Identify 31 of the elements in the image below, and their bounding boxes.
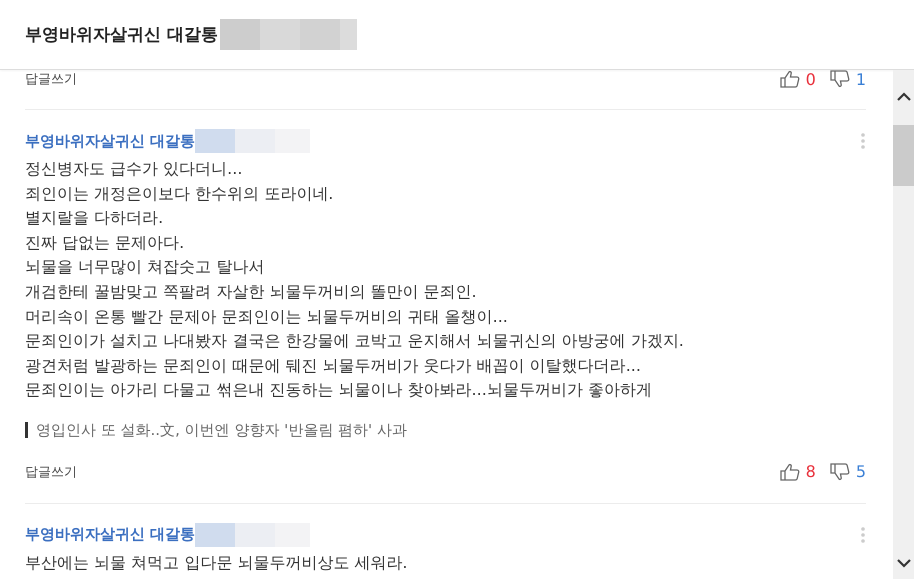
thumbs-down-icon (830, 462, 850, 481)
reply-link[interactable]: 답글쓰기 (25, 462, 77, 481)
comment-text-line: 머리속이 온통 빨간 문제아 문죄인이는 뇌물두꺼비의 귀태 올챙이... (25, 306, 509, 328)
like-button[interactable]: 0 (780, 70, 816, 88)
comment-text-line: 문죄인이가 설치고 나대봤자 결국은 한강물에 코박고 운지해서 뇌물귀신의 아방궁에 가겠지. (25, 330, 685, 352)
more-icon[interactable] (861, 526, 865, 543)
scroll-down-icon[interactable] (896, 558, 910, 568)
comment-text-line: 별지랄을 다하더라. (25, 207, 164, 230)
dislike-button[interactable]: 1 (830, 70, 866, 88)
comment-text-line: 부산에는 뇌물 쳐먹고 입다문 뇌물두꺼비상도 세워라. (25, 552, 409, 574)
thumbs-up-icon (780, 462, 800, 481)
more-icon[interactable] (861, 133, 865, 149)
comment-text-line: 진짜 답없는 문제아다. (25, 232, 186, 254)
comment-text-line: 개검한테 꿀밤맞고 쪽팔려 자살한 뇌물두꺼비의 똘만이 문죄인. (25, 280, 478, 303)
page-title: 부영바위자살귀신 대갈통 (25, 24, 218, 46)
comment-text-line: 죄인이는 개정은이보다 한수위의 또라이네. (25, 182, 334, 205)
author-link[interactable]: 부영바위자살귀신 대갈통 (25, 132, 196, 150)
scroll-thumb[interactable] (893, 125, 914, 186)
article-link[interactable]: 영입인사 또 설화..文, 이번엔 양향자 '반올림 폄하' 사과 (25, 422, 407, 438)
comment-text-line: 뇌물을 너무많이 쳐잡숫고 탈나서 (25, 256, 266, 278)
author-link[interactable]: 부영바위자살귀신 대갈통 (25, 525, 196, 544)
like-button[interactable]: 8 (780, 462, 816, 482)
scrollbar[interactable] (893, 70, 914, 579)
comment-text-line: 정신병자도 급수가 있다더니... (25, 158, 244, 180)
comment-text-line: 문죄인이는 아가리 다물고 썪은내 진동하는 뇌물이나 찾아봐라...뇌물두꺼비가 좋아하게 (25, 379, 653, 402)
thumbs-up-icon (780, 70, 800, 88)
thumbs-down-icon (830, 70, 850, 88)
scroll-up-icon[interactable] (896, 92, 910, 102)
comment-text-line: 광견처럼 발광하는 문죄인이 때문에 뒈진 뇌물두꺼비가 웃다가 배꼽이 이탈했다더라... (25, 354, 642, 377)
reply-link[interactable]: 답글쓰기 (25, 70, 77, 88)
dislike-button[interactable]: 5 (830, 462, 866, 482)
